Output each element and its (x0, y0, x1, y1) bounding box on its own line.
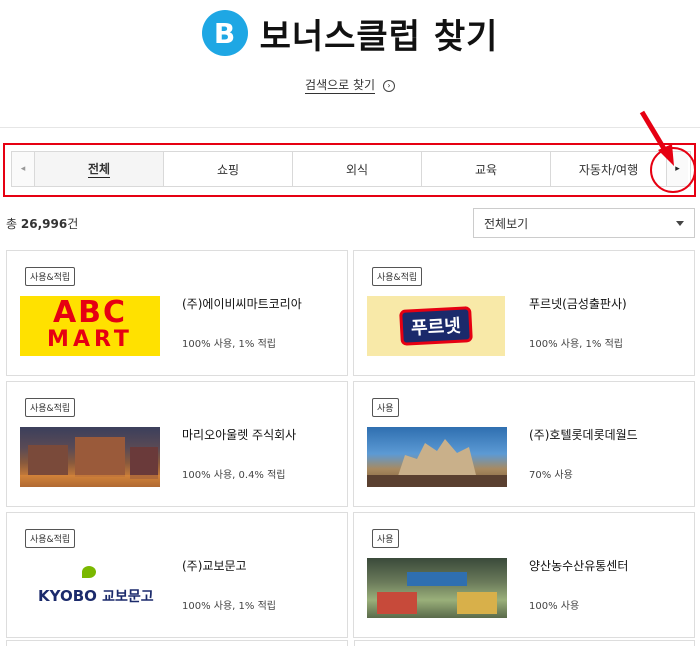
logo-text: MART (47, 327, 133, 352)
logo-text: KYOBO 교보문고 (38, 586, 154, 606)
search-link[interactable]: 검색으로 찾기 › (0, 76, 700, 94)
store-card[interactable]: 사용&적립 KYOBO 교보문고 (주)교보문고 100% 사용, 1% 적립 (6, 512, 348, 638)
title-row: B 보너스클럽 찾기 (0, 10, 700, 57)
store-name[interactable]: (주)호텔롯데롯데월드 (529, 426, 638, 443)
tab-all[interactable]: 전체 (34, 152, 163, 186)
store-rate: 70% 사용 (529, 470, 573, 481)
count-value: 26,996 (20, 217, 68, 231)
category-tabs-highlight: ◂ 전체 쇼핑 외식 교육 자동차/여행 ▸ (3, 143, 696, 197)
logo-text: ABC (52, 296, 128, 330)
count-prefix: 총 (6, 217, 18, 231)
count-suffix: 건 (67, 217, 79, 231)
store-name[interactable]: (주)에이비씨마트코리아 (182, 295, 302, 312)
lotte-world-photo (367, 427, 507, 487)
market-photo (367, 558, 507, 618)
store-rate: 100% 사용, 1% 적립 (529, 339, 623, 350)
sort-select[interactable]: 전체보기 (473, 208, 695, 238)
tab-dining[interactable]: 외식 (292, 152, 421, 186)
building-shape (28, 445, 68, 475)
next-row-cards (6, 640, 695, 646)
circle-arrow-icon[interactable]: › (382, 79, 395, 92)
store-card[interactable]: 사용&적립 ABC MART (주)에이비씨마트코리아 100% 사용, 1% … (6, 250, 348, 376)
mario-outlet-photo (20, 427, 160, 487)
result-count: 총 26,996건 (6, 215, 78, 232)
leaf-icon (82, 566, 96, 578)
tab-education[interactable]: 교육 (421, 152, 550, 186)
benefit-badge: 사용 (372, 398, 399, 417)
benefit-badge: 사용&적립 (25, 398, 76, 417)
abc-mart-logo: ABC MART (20, 296, 160, 356)
chevron-down-icon (676, 221, 684, 226)
kyobo-logo: KYOBO 교보문고 (20, 558, 160, 618)
store-card[interactable]: 사용 양산농수산유통센터 100% 사용 (353, 512, 695, 638)
logo-letter: B (213, 16, 236, 50)
logo-text-ko: 교보문고 (102, 589, 154, 605)
store-card[interactable]: 사용 (주)호텔롯데롯데월드 70% 사용 (353, 381, 695, 507)
ground-shape (367, 475, 507, 487)
purunet-logo: 푸르넷 (367, 296, 505, 356)
tab-prev-button[interactable]: ◂ (12, 152, 34, 186)
store-rate: 100% 사용, 0.4% 적립 (182, 470, 286, 481)
store-rate: 100% 사용, 1% 적립 (182, 601, 276, 612)
page-header: B 보너스클럽 찾기 검색으로 찾기 › (0, 0, 700, 128)
building-shape (75, 437, 125, 477)
store-card-edge (353, 640, 695, 646)
page-title: 보너스클럽 찾기 (259, 16, 499, 57)
tab-label: 자동차/여행 (578, 162, 639, 177)
tab-label: 쇼핑 (216, 162, 240, 177)
street-lights (20, 475, 160, 487)
logo-text-en: KYOBO (38, 587, 97, 605)
sign-shape (407, 572, 467, 586)
stall-shape (377, 592, 417, 614)
store-name[interactable]: (주)교보문고 (182, 557, 247, 574)
highlight-circle (650, 147, 696, 193)
store-card[interactable]: 사용&적립 푸르넷 푸르넷(금성출판사) 100% 사용, 1% 적립 (353, 250, 695, 376)
sort-selected-value: 전체보기 (484, 216, 529, 231)
store-rate: 100% 사용, 1% 적립 (182, 339, 276, 350)
store-name[interactable]: 푸르넷(금성출판사) (529, 295, 627, 312)
stall-shape (457, 592, 497, 614)
store-name[interactable]: 양산농수산유통센터 (529, 557, 628, 574)
benefit-badge: 사용&적립 (372, 267, 423, 286)
tab-label: 전체 (87, 162, 111, 178)
benefit-badge: 사용&적립 (25, 529, 76, 548)
tab-label: 외식 (345, 162, 369, 177)
bonusclub-logo-icon: B (201, 10, 248, 56)
store-card-edge (6, 640, 348, 646)
category-tab-bar: ◂ 전체 쇼핑 외식 교육 자동차/여행 ▸ (11, 151, 691, 187)
store-rate: 100% 사용 (529, 601, 580, 612)
store-card[interactable]: 사용&적립 마리오아울렛 주식회사 100% 사용, 0.4% 적립 (6, 381, 348, 507)
benefit-badge: 사용 (372, 529, 399, 548)
benefit-badge: 사용&적립 (25, 267, 76, 286)
castle-shape (397, 439, 477, 479)
logo-text: 푸르넷 (399, 306, 473, 346)
tab-label: 교육 (474, 162, 498, 177)
tab-shopping[interactable]: 쇼핑 (163, 152, 292, 186)
search-link-label[interactable]: 검색으로 찾기 (305, 78, 376, 94)
store-name[interactable]: 마리오아울렛 주식회사 (182, 426, 296, 443)
